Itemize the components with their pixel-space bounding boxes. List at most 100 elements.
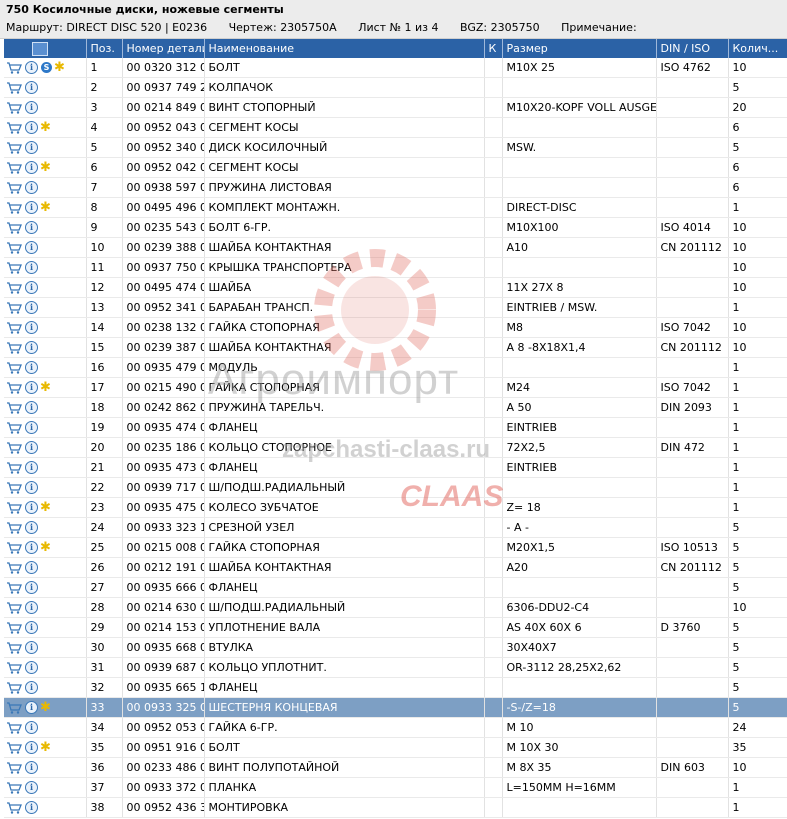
- table-row[interactable]: i ✱ 17 00 0215 490 0 ГАЙКА СТОПОРНАЯ M24 ISO 7…: [4, 377, 787, 398]
- row-icons[interactable]: i: [4, 457, 87, 478]
- info-icon[interactable]: i: [25, 81, 38, 95]
- info-icon[interactable]: i: [25, 161, 38, 175]
- info-icon[interactable]: i: [25, 121, 38, 135]
- row-icons[interactable]: i: [4, 777, 87, 798]
- info-icon[interactable]: i: [25, 141, 38, 155]
- row-icons[interactable]: i: [4, 137, 87, 158]
- cart-icon[interactable]: [6, 382, 22, 394]
- info-icon[interactable]: i: [25, 701, 38, 715]
- info-icon[interactable]: i: [25, 301, 38, 315]
- row-icons[interactable]: i: [4, 357, 87, 378]
- cart-icon[interactable]: [6, 202, 22, 214]
- table-row[interactable]: i ✱ 8 00 0495 496 0 КОМПЛЕКТ МОНТАЖН. DIRECT-…: [4, 197, 787, 218]
- row-icons[interactable]: i: [4, 177, 87, 198]
- row-icons[interactable]: i: [4, 657, 87, 678]
- cart-icon[interactable]: [6, 62, 22, 74]
- cart-icon[interactable]: [6, 782, 22, 794]
- search-icon[interactable]: [32, 41, 48, 56]
- cart-icon[interactable]: [6, 562, 22, 574]
- info-icon[interactable]: i: [25, 801, 38, 815]
- info-icon[interactable]: i: [25, 741, 38, 755]
- info-icon[interactable]: i: [25, 501, 38, 515]
- cart-icon[interactable]: [6, 302, 22, 314]
- cart-icon[interactable]: [6, 462, 22, 474]
- info-icon[interactable]: i: [25, 341, 38, 355]
- info-icon[interactable]: i: [25, 261, 38, 275]
- table-row[interactable]: i 16 00 0935 479 0 МОДУЛЬ 1: [4, 357, 787, 378]
- row-icons[interactable]: i ✱: [4, 197, 87, 218]
- cart-icon[interactable]: [6, 642, 22, 654]
- info-icon[interactable]: i: [25, 181, 38, 195]
- cart-icon[interactable]: [6, 182, 22, 194]
- info-icon[interactable]: i: [25, 681, 38, 695]
- row-icons[interactable]: i ✱: [4, 377, 87, 398]
- column-header-part[interactable]: Номер детали: [122, 39, 205, 58]
- table-row[interactable]: i 34 00 0952 053 0 ГАЙКА 6-ГР. M 10 24: [4, 717, 787, 738]
- info-icon[interactable]: i: [25, 561, 38, 575]
- info-icon[interactable]: i: [25, 441, 38, 455]
- cart-icon[interactable]: [6, 802, 22, 814]
- table-row[interactable]: i 12 00 0495 474 0 ШАЙБА 11X 27X 8 10: [4, 277, 787, 298]
- cart-icon[interactable]: [6, 502, 22, 514]
- table-row[interactable]: i ✱ 33 00 0933 325 0 ШЕСТЕРНЯ КОНЦЕВАЯ -S-/Z=…: [4, 697, 787, 718]
- info-icon[interactable]: i: [25, 421, 38, 435]
- row-icons[interactable]: i: [4, 97, 87, 118]
- table-row[interactable]: i 10 00 0239 388 0 ШАЙБА КОНТАКТНАЯ A10 CN 20…: [4, 237, 787, 258]
- row-icons[interactable]: i ✱: [4, 117, 87, 138]
- row-icons[interactable]: i: [4, 77, 87, 98]
- info-icon[interactable]: i: [25, 381, 38, 395]
- cart-icon[interactable]: [6, 122, 22, 134]
- cart-icon[interactable]: [6, 402, 22, 414]
- table-row[interactable]: i S ✱ 1 00 0320 312 0 БОЛТ M10X 25 ISO 4762 10: [4, 58, 787, 78]
- info-icon[interactable]: i: [25, 781, 38, 795]
- info-icon[interactable]: i: [25, 541, 38, 555]
- table-row[interactable]: i 30 00 0935 668 0 ВТУЛКА 30X40X7 5: [4, 637, 787, 658]
- cart-icon[interactable]: [6, 442, 22, 454]
- column-header-pos[interactable]: Поз.: [86, 39, 123, 58]
- table-row[interactable]: i 24 00 0933 323 1 СРЕЗНОЙ УЗЕЛ - A - 5: [4, 517, 787, 538]
- table-row[interactable]: i 18 00 0242 862 0 ПРУЖИНА ТАРЕЛЬЧ. A 50 DIN …: [4, 397, 787, 418]
- row-icons[interactable]: i ✱: [4, 537, 87, 558]
- table-row[interactable]: i 13 00 0952 341 0 БАРАБАН ТРАНСП. EINTRIEB …: [4, 297, 787, 318]
- table-row[interactable]: i 38 00 0952 436 3 МОНТИРОВКА 1: [4, 797, 787, 818]
- row-icons[interactable]: i: [4, 637, 87, 658]
- table-row[interactable]: i ✱ 4 00 0952 043 0 СЕГМЕНТ КОСЫ 6: [4, 117, 787, 138]
- row-icons[interactable]: i: [4, 477, 87, 498]
- table-row[interactable]: i 14 00 0238 132 0 ГАЙКА СТОПОРНАЯ M8 ISO 704…: [4, 317, 787, 338]
- column-header-qty[interactable]: Колич...: [728, 39, 787, 58]
- table-row[interactable]: i 5 00 0952 340 0 ДИСК КОСИЛОЧНЫЙ MSW. 5: [4, 137, 787, 158]
- info-icon[interactable]: i: [25, 581, 38, 595]
- row-icons[interactable]: i: [4, 417, 87, 438]
- table-row[interactable]: i 32 00 0935 665 1 ФЛАНЕЦ 5: [4, 677, 787, 698]
- row-icons[interactable]: i: [4, 277, 87, 298]
- row-icons[interactable]: i: [4, 517, 87, 538]
- cart-icon[interactable]: [6, 102, 22, 114]
- column-header-size[interactable]: Размер: [502, 39, 657, 58]
- info-icon[interactable]: i: [25, 241, 38, 255]
- cart-icon[interactable]: [6, 262, 22, 274]
- cart-icon[interactable]: [6, 682, 22, 694]
- row-icons[interactable]: i: [4, 337, 87, 358]
- row-icons[interactable]: i: [4, 557, 87, 578]
- table-row[interactable]: i 22 00 0939 717 0 Ш/ПОДШ.РАДИАЛЬНЫЙ 1: [4, 477, 787, 498]
- cart-icon[interactable]: [6, 582, 22, 594]
- table-row[interactable]: i 29 00 0214 153 0 УПЛОТНЕНИЕ ВАЛА AS 40X 60…: [4, 617, 787, 638]
- cart-icon[interactable]: [6, 662, 22, 674]
- table-row[interactable]: i 15 00 0239 387 0 ШАЙБА КОНТАКТНАЯ A 8 -8X1…: [4, 337, 787, 358]
- table-row[interactable]: i 7 00 0938 597 0 ПРУЖИНА ЛИСТОВАЯ 6: [4, 177, 787, 198]
- table-row[interactable]: i 2 00 0937 749 2 КОЛПАЧОК 5: [4, 77, 787, 98]
- row-icons[interactable]: i: [4, 797, 87, 818]
- info-icon[interactable]: i: [25, 601, 38, 615]
- info-icon[interactable]: i: [25, 461, 38, 475]
- row-icons[interactable]: i: [4, 217, 87, 238]
- table-row[interactable]: i 28 00 0214 630 0 Ш/ПОДШ.РАДИАЛЬНЫЙ 6306-DD…: [4, 597, 787, 618]
- info-icon[interactable]: i: [25, 761, 38, 775]
- row-icons[interactable]: i: [4, 597, 87, 618]
- info-icon[interactable]: i: [25, 621, 38, 635]
- info-icon[interactable]: i: [25, 221, 38, 235]
- info-icon[interactable]: i: [25, 201, 38, 215]
- table-row[interactable]: i 31 00 0939 687 0 КОЛЬЦО УПЛОТНИТ. OR-3112 …: [4, 657, 787, 678]
- row-icons[interactable]: i: [4, 257, 87, 278]
- row-icons[interactable]: i: [4, 677, 87, 698]
- cart-icon[interactable]: [6, 282, 22, 294]
